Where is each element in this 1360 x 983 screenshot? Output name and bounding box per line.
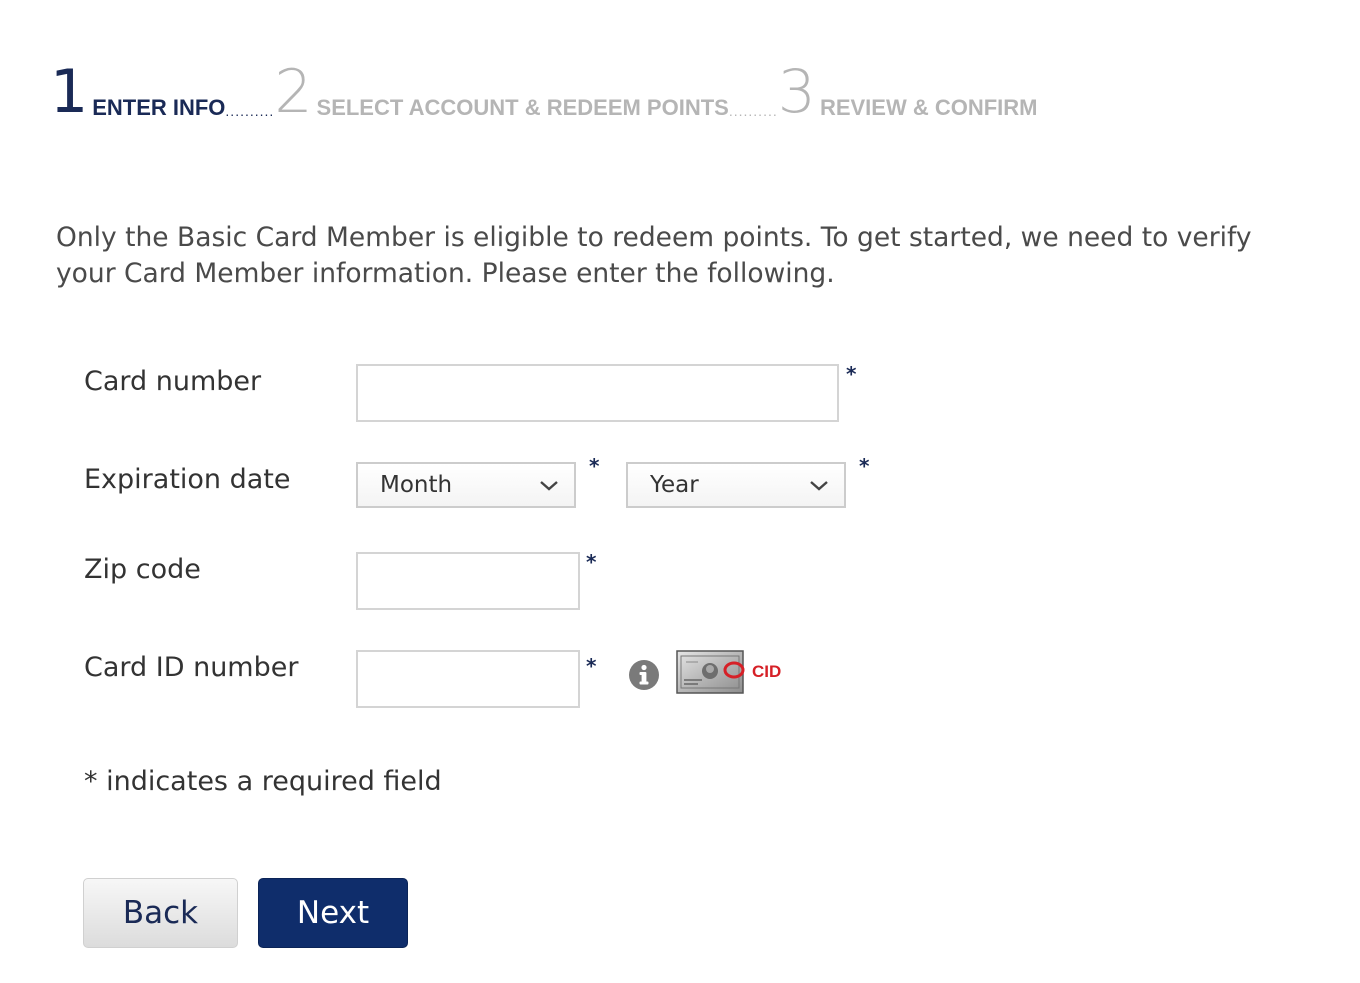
step-separator: .......... (728, 103, 778, 119)
cid-label: CID (752, 662, 782, 681)
chevron-down-icon (540, 481, 558, 491)
required-marker: * (846, 362, 857, 386)
step-number: 3 (777, 57, 816, 127)
required-marker: * (586, 654, 597, 678)
required-marker: * (859, 454, 870, 478)
card-number-label: Card number (84, 366, 262, 397)
card-id-input[interactable] (356, 650, 580, 708)
expiration-year-select[interactable]: Year (626, 462, 846, 508)
info-icon[interactable] (628, 659, 660, 691)
required-marker: * (586, 550, 597, 574)
required-marker: * (589, 454, 600, 478)
step-number: 2 (274, 57, 312, 127)
step-number: 1 (50, 57, 88, 127)
required-field-note: * indicates a required field (84, 766, 442, 797)
step-label: REVIEW & CONFIRM (819, 95, 1038, 120)
expiration-month-select[interactable]: Month (356, 462, 576, 508)
step-review-confirm: 3 REVIEW & CONFIRM (778, 62, 1038, 122)
step-select-account: 2 SELECT ACCOUNT & REDEEM POINTS .......… (274, 62, 777, 122)
card-id-label: Card ID number (84, 652, 299, 683)
year-selected-value: Year (650, 472, 699, 498)
month-selected-value: Month (380, 472, 453, 498)
chevron-down-icon (810, 481, 828, 491)
expiration-date-label: Expiration date (84, 464, 291, 495)
zip-code-input[interactable] (356, 552, 580, 610)
back-button[interactable]: Back (83, 878, 238, 948)
card-number-input[interactable] (356, 364, 839, 422)
next-button[interactable]: Next (258, 878, 408, 948)
zip-code-label: Zip code (84, 554, 201, 585)
step-label: ENTER INFO (92, 95, 226, 120)
step-label: SELECT ACCOUNT & REDEEM POINTS (316, 95, 729, 120)
progress-steps: 1 ENTER INFO .......... 2 SELECT ACCOUNT… (50, 60, 1038, 122)
step-separator: .......... (225, 103, 275, 119)
cid-card-illustration: CID (676, 650, 786, 694)
step-enter-info: 1 ENTER INFO .......... (50, 62, 274, 122)
intro-text: Only the Basic Card Member is eligible t… (56, 222, 1252, 289)
